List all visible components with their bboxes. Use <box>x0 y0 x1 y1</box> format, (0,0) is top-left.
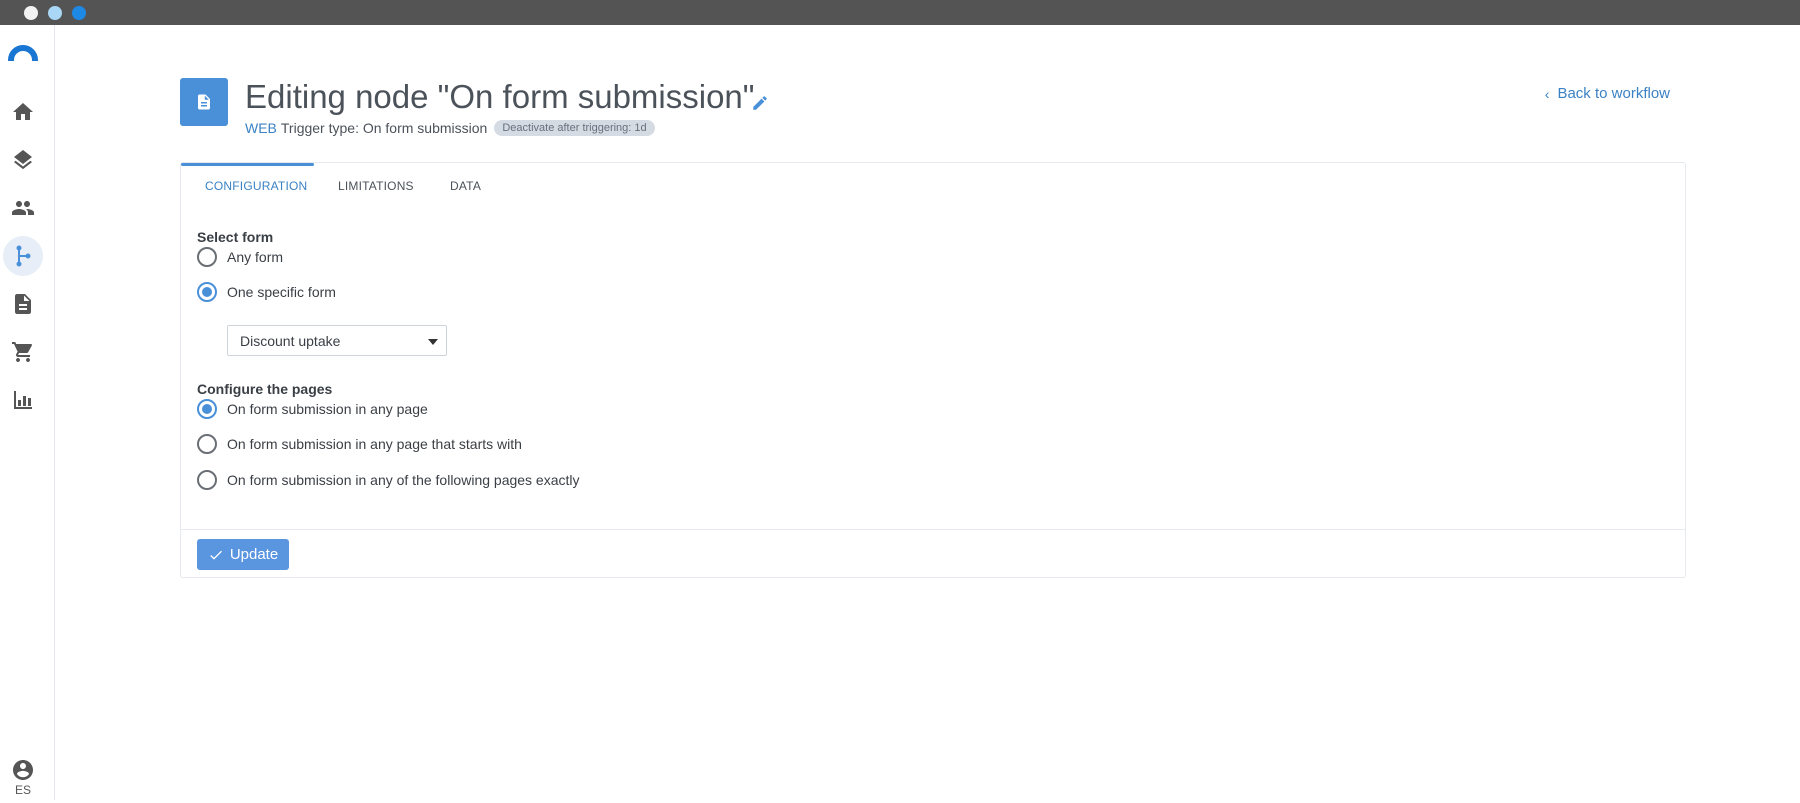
chevron-left-icon: ‹ <box>1544 85 1550 102</box>
radio-button[interactable] <box>197 470 217 490</box>
sidebar-item-layers[interactable] <box>3 140 43 180</box>
sidebar-item-contacts[interactable] <box>3 188 43 228</box>
radio-label: On form submission in any of the followi… <box>227 472 580 488</box>
channel-tag: WEB <box>245 120 277 136</box>
update-button[interactable]: Update <box>197 539 289 570</box>
tab-data[interactable]: DATA <box>450 179 481 193</box>
radio-label: On form submission in any page that star… <box>227 436 522 452</box>
tab-limitations[interactable]: LIMITATIONS <box>338 179 414 193</box>
radio-label: On form submission in any page <box>227 401 428 417</box>
radio-label: Any form <box>227 249 284 265</box>
chart-icon <box>14 391 32 409</box>
radio-pages-exactly[interactable]: On form submission in any of the followi… <box>197 470 580 490</box>
active-tab-indicator <box>181 163 314 166</box>
back-to-workflow-link[interactable]: ‹ Back to workflow <box>1545 85 1670 102</box>
trigger-type-text: Trigger type: On form submission <box>280 120 488 136</box>
brand-logo[interactable] <box>8 45 38 61</box>
sidebar-item-home[interactable] <box>3 92 43 132</box>
cart-icon <box>12 342 33 362</box>
user-menu[interactable]: ES <box>8 758 38 803</box>
caret-down-icon <box>428 339 438 345</box>
sidebar-item-ecommerce[interactable] <box>3 332 43 372</box>
radio-button[interactable] <box>197 282 217 302</box>
workflow-icon <box>16 245 31 267</box>
check-icon <box>210 550 222 560</box>
radio-one-specific-form[interactable]: One specific form <box>197 282 336 302</box>
configuration-card: CONFIGURATION LIMITATIONS DATA Select fo… <box>180 162 1686 578</box>
tab-configuration[interactable]: CONFIGURATION <box>205 179 307 193</box>
people-icon <box>12 201 34 215</box>
card-divider <box>181 529 1685 530</box>
layers-icon <box>14 150 32 170</box>
configure-pages-label: Configure the pages <box>197 381 333 397</box>
window-close-button[interactable] <box>24 6 38 20</box>
update-button-label: Update <box>229 546 279 563</box>
radio-button[interactable] <box>197 434 217 454</box>
radio-any-form[interactable]: Any form <box>197 247 283 267</box>
edit-title-icon[interactable] <box>751 94 769 112</box>
window-minimize-button[interactable] <box>48 6 62 20</box>
tab-bar: CONFIGURATION LIMITATIONS DATA <box>181 163 1685 207</box>
page-title: Editing node "On form submission" <box>245 78 755 115</box>
node-subtitle: WEB Trigger type: On form submission Dea… <box>245 120 655 136</box>
radio-button[interactable] <box>197 399 217 419</box>
sidebar: ES <box>0 25 55 800</box>
deactivate-badge: Deactivate after triggering: 1d <box>494 120 655 136</box>
back-link-label: Back to workflow <box>1557 85 1670 102</box>
radio-button[interactable] <box>197 247 217 267</box>
window-titlebar <box>0 0 1800 25</box>
radio-any-page[interactable]: On form submission in any page <box>197 399 428 419</box>
document-icon <box>198 94 210 110</box>
selected-form-value: Discount uptake <box>240 333 341 349</box>
home-icon <box>13 103 33 120</box>
sidebar-item-workflows[interactable] <box>3 236 43 276</box>
form-select-dropdown[interactable]: Discount uptake <box>227 325 447 356</box>
node-type-icon <box>180 78 228 126</box>
radio-page-starts-with[interactable]: On form submission in any page that star… <box>197 434 522 454</box>
document-icon <box>15 294 31 314</box>
window-maximize-button[interactable] <box>72 6 86 20</box>
account-icon <box>13 760 33 780</box>
radio-label: One specific form <box>227 284 336 300</box>
language-label: ES <box>14 783 31 797</box>
select-form-label: Select form <box>197 229 274 245</box>
sidebar-item-content[interactable] <box>3 284 43 324</box>
sidebar-item-reports[interactable] <box>3 380 43 420</box>
